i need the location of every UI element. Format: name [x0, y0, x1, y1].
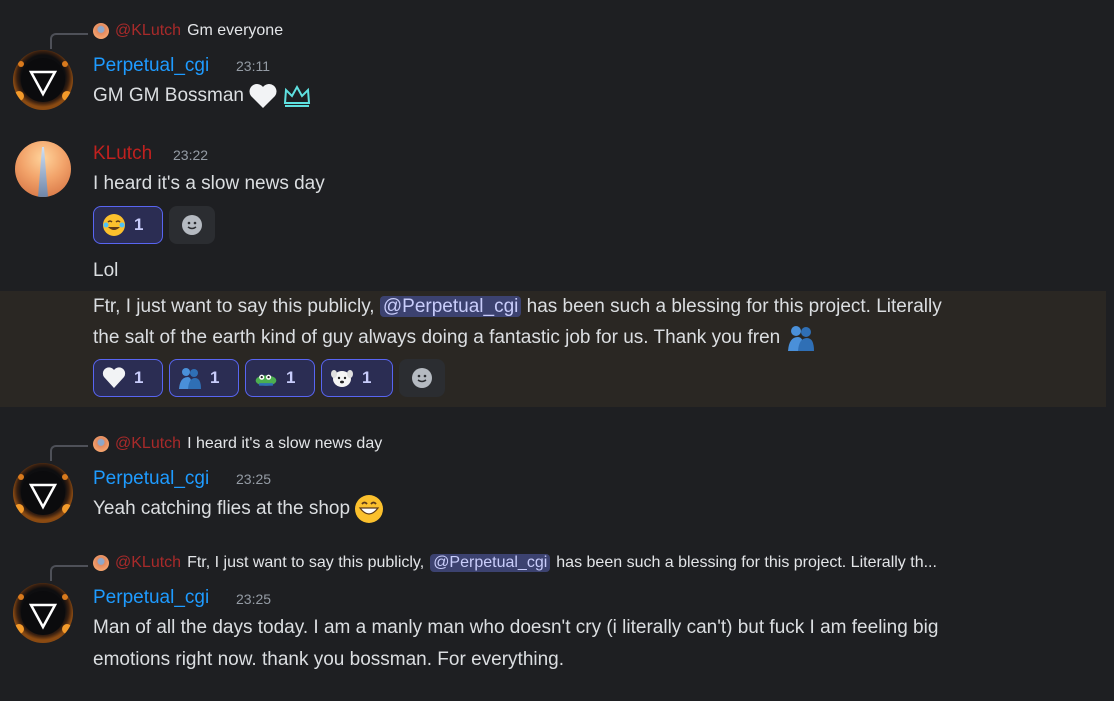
people-hugging-icon [179, 368, 201, 389]
reply-avatar [93, 23, 109, 39]
reaction-pepe[interactable]: 1 [245, 359, 315, 397]
reply-avatar [93, 436, 109, 452]
message-body: GM GM Bossman [93, 85, 244, 106]
avatar[interactable] [15, 141, 71, 197]
reaction-joy[interactable]: 1 [93, 206, 163, 244]
joy-icon [103, 214, 125, 236]
grinning-face-icon [355, 495, 384, 523]
reply-text[interactable]: Ftr, I just want to say this publicly, [187, 554, 424, 572]
pepe-icon [255, 374, 277, 386]
crown-icon [283, 84, 311, 107]
user-mention[interactable]: @Perpetual_cgi [379, 296, 522, 317]
add-reaction-button[interactable] [399, 359, 445, 397]
reply-avatar [93, 555, 109, 571]
smiley-icon [182, 215, 202, 235]
timestamp[interactable]: 23:22 [173, 147, 208, 163]
reply-text[interactable]: I heard it's a slow news day [187, 435, 382, 453]
reply-text[interactable]: Gm everyone [187, 22, 283, 40]
white-heart-icon [249, 84, 277, 108]
timestamp[interactable]: 23:11 [236, 58, 270, 74]
username[interactable]: Perpetual_cgi [93, 55, 209, 77]
reaction-dog[interactable]: 1 [321, 359, 393, 397]
tower-icon [38, 147, 48, 197]
avatar[interactable] [13, 50, 73, 110]
message-text: the salt of the earth kind of guy always… [93, 322, 816, 354]
avatar[interactable] [13, 583, 73, 643]
triangle-logo-icon [14, 591, 72, 635]
reaction-count: 1 [134, 368, 144, 387]
triangle-logo-icon [14, 471, 72, 515]
message-text: Lol [93, 260, 119, 281]
message-body: Yeah catching flies at the shop [93, 498, 351, 519]
reply-text[interactable]: has been such a blessing for this projec… [556, 554, 937, 572]
timestamp[interactable]: 23:25 [236, 471, 271, 487]
reaction-count: 1 [362, 368, 372, 387]
white-heart-icon [102, 367, 126, 388]
message-text: Yeah catching flies at the shop [93, 493, 384, 525]
reaction-count: 1 [210, 368, 220, 387]
reaction-hug[interactable]: 1 [169, 359, 239, 397]
message-text: Man of all the days today. I am a manly … [93, 617, 939, 638]
add-reaction-button[interactable] [169, 206, 215, 244]
user-mention[interactable]: @Perpetual_cgi [430, 554, 551, 572]
reply-author[interactable]: @KLutch [115, 435, 181, 453]
reaction-heart[interactable]: 1 [93, 359, 163, 397]
reply-spine [50, 33, 88, 49]
triangle-logo-icon [14, 58, 72, 102]
dog-icon [331, 370, 353, 387]
people-hugging-icon [788, 326, 815, 351]
reply-spine [50, 445, 88, 461]
message-text: GM GM Bossman [93, 80, 312, 112]
message-text: Ftr, I just want to say this publicly, @… [93, 291, 942, 323]
smiley-icon [412, 368, 432, 388]
reply-preview[interactable]: @KLutch I heard it's a slow news day [93, 435, 382, 453]
reaction-count: 1 [286, 368, 296, 387]
message-text: I heard it's a slow news day [93, 173, 325, 194]
reaction-count: 1 [134, 215, 144, 234]
reply-preview[interactable]: @KLutch Ftr, I just want to say this pub… [93, 554, 937, 572]
reply-author[interactable]: @KLutch [115, 554, 181, 572]
reply-author[interactable]: @KLutch [115, 22, 181, 40]
username[interactable]: Perpetual_cgi [93, 468, 209, 490]
reply-spine [50, 565, 88, 581]
username[interactable]: Perpetual_cgi [93, 587, 209, 609]
message-body: the salt of the earth kind of guy always… [93, 327, 781, 348]
timestamp[interactable]: 23:25 [236, 591, 271, 607]
message-body: Ftr, I just want to say this publicly, [93, 296, 375, 317]
reply-preview[interactable]: @KLutch Gm everyone [93, 22, 283, 40]
username[interactable]: KLutch [93, 143, 152, 165]
message-body: has been such a blessing for this projec… [526, 296, 942, 317]
message-text: emotions right now. thank you bossman. F… [93, 649, 565, 670]
avatar[interactable] [13, 463, 73, 523]
